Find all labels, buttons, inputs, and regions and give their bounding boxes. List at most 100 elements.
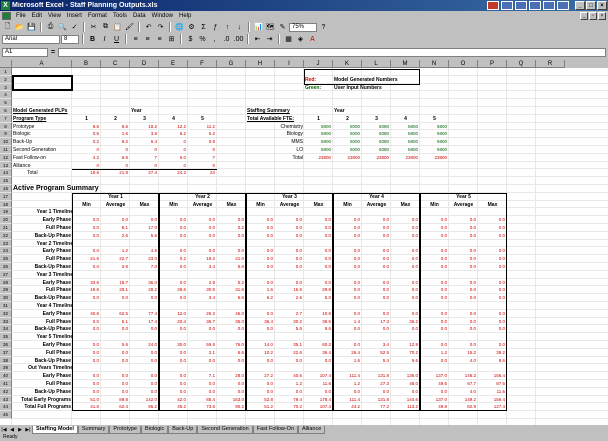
taskbar-app-icon[interactable] [557, 1, 569, 10]
row-header[interactable]: 11 [0, 146, 12, 154]
row-header[interactable]: 31 [0, 302, 12, 310]
paste-function-icon[interactable]: ƒ [210, 22, 221, 32]
print-icon[interactable]: ⎙ [45, 22, 56, 32]
row-header[interactable]: 13 [0, 161, 12, 170]
row-header[interactable]: 33 [0, 317, 12, 326]
bold-icon[interactable]: B [87, 34, 98, 44]
column-header[interactable]: N [420, 60, 449, 68]
font-size-select[interactable]: 8 [61, 34, 79, 44]
row-header[interactable]: 21 [0, 224, 12, 232]
column-header[interactable]: L [362, 60, 391, 68]
select-all-corner[interactable] [0, 60, 12, 68]
column-header[interactable]: E [159, 60, 188, 68]
menu-item-tools[interactable]: Tools [110, 13, 130, 19]
spelling-icon[interactable]: ✓ [69, 22, 80, 32]
taskbar-app-icon[interactable] [487, 1, 499, 10]
formula-input[interactable] [58, 47, 606, 57]
sheet-tab[interactable]: Staffing Model [32, 425, 78, 434]
row-header[interactable]: 38 [0, 356, 12, 365]
increase-decimal-icon[interactable]: .0 [221, 34, 232, 44]
italic-icon[interactable]: I [99, 34, 110, 44]
format-painter-icon[interactable]: 🖌 [124, 22, 135, 32]
row-header[interactable]: 12 [0, 153, 12, 162]
menu-item-window[interactable]: Window [149, 13, 176, 19]
row-header[interactable]: 32 [0, 309, 12, 318]
worksheet-grid[interactable]: ABCDEFGHIJKLMNOPQR 1 2 3 4 5 6 7 8 9 10 11 12 13 14 15… [0, 60, 608, 425]
row-header[interactable]: 14 [0, 169, 12, 178]
row-header[interactable]: 20 [0, 216, 12, 224]
row-header[interactable]: 44 [0, 403, 12, 412]
minimize-button[interactable]: _ [575, 1, 585, 10]
row-header[interactable]: 19 [0, 208, 12, 217]
menu-item-help[interactable]: Help [176, 13, 194, 19]
column-header[interactable]: A [12, 60, 72, 68]
sheet-tab[interactable]: Fast Follow-On [252, 425, 299, 434]
sheet-tab[interactable]: Back-Up [168, 425, 198, 434]
font-color-icon[interactable]: A [307, 34, 318, 44]
row-header[interactable]: 7 [0, 114, 12, 123]
row-header[interactable]: 24 [0, 247, 12, 256]
redo-icon[interactable]: ↷ [155, 22, 166, 32]
row-header[interactable]: 15 [0, 177, 12, 185]
row-header[interactable]: 9 [0, 130, 12, 139]
decrease-decimal-icon[interactable]: .00 [233, 34, 244, 44]
row-header[interactable]: 22 [0, 231, 12, 240]
sort-descending-icon[interactable]: ↓ [234, 22, 245, 32]
workbook-icon[interactable] [2, 12, 11, 20]
column-header[interactable]: K [333, 60, 362, 68]
column-header[interactable]: D [130, 60, 159, 68]
column-header[interactable]: O [449, 60, 478, 68]
row-header[interactable]: 1 [0, 68, 12, 76]
increase-indent-icon[interactable]: ⇥ [264, 34, 275, 44]
autosum-icon[interactable]: Σ [198, 22, 209, 32]
taskbar-app-icon[interactable] [543, 1, 555, 10]
row-header[interactable]: 10 [0, 138, 12, 146]
underline-icon[interactable]: U [111, 34, 122, 44]
taskbar-app-icon[interactable] [515, 1, 527, 10]
row-header[interactable]: 18 [0, 200, 12, 209]
zoom-select[interactable]: 75% [289, 22, 317, 32]
row-header[interactable]: 30 [0, 294, 12, 302]
column-header[interactable]: G [217, 60, 246, 68]
row-header[interactable]: 25 [0, 255, 12, 263]
menu-item-file[interactable]: File [13, 13, 29, 19]
column-header[interactable]: I [275, 60, 304, 68]
prev-sheet-icon[interactable]: ◀ [8, 426, 16, 434]
taskbar-app-icon[interactable] [501, 1, 513, 10]
last-sheet-icon[interactable]: ▶| [24, 426, 32, 434]
doc-minimize-button[interactable]: _ [580, 12, 588, 20]
first-sheet-icon[interactable]: |◀ [0, 426, 8, 434]
column-header[interactable]: H [246, 60, 275, 68]
column-header[interactable]: P [478, 60, 507, 68]
row-header[interactable]: 40 [0, 372, 12, 380]
font-select[interactable]: Arial [2, 34, 60, 44]
borders-icon[interactable]: ▦ [283, 34, 294, 44]
row-header[interactable]: 3 [0, 83, 12, 92]
chart-wizard-icon[interactable]: 📊 [253, 22, 264, 32]
menu-item-insert[interactable]: Insert [64, 13, 85, 19]
row-header[interactable]: 17 [0, 192, 12, 201]
web-toolbar-icon[interactable]: ⚙ [186, 22, 197, 32]
help-icon[interactable]: ? [318, 22, 329, 32]
menu-item-format[interactable]: Format [85, 13, 110, 19]
doc-close-button[interactable]: × [598, 12, 606, 20]
column-header[interactable]: B [72, 60, 101, 68]
column-header[interactable]: M [391, 60, 420, 68]
column-header[interactable]: R [536, 60, 565, 68]
sort-ascending-icon[interactable]: ↑ [222, 22, 233, 32]
decrease-indent-icon[interactable]: ⇤ [252, 34, 263, 44]
row-header[interactable]: 8 [0, 122, 12, 131]
row-header[interactable]: 26 [0, 263, 12, 271]
open-icon[interactable]: 📂 [14, 22, 25, 32]
align-left-icon[interactable]: ≡ [130, 34, 141, 44]
row-header[interactable]: 42 [0, 387, 12, 396]
formula-equals-icon[interactable]: = [51, 49, 55, 56]
row-header[interactable]: 45 [0, 411, 12, 419]
map-icon[interactable]: 🗺 [265, 22, 276, 32]
menu-item-view[interactable]: View [45, 13, 64, 19]
menu-item-edit[interactable]: Edit [29, 13, 45, 19]
sheet-tab[interactable]: Prototype [109, 425, 141, 434]
row-header[interactable]: 5 [0, 99, 12, 107]
align-center-icon[interactable]: ≡ [142, 34, 153, 44]
sheet-tab[interactable]: Biologic [140, 425, 169, 434]
